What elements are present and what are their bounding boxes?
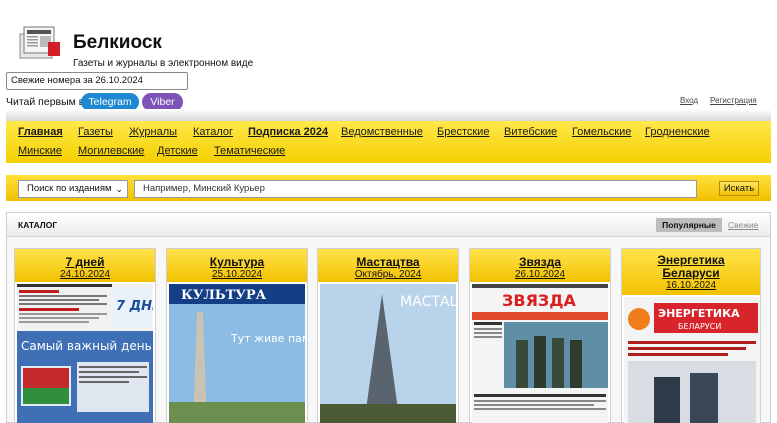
card-title[interactable]: Мастацтва — [318, 255, 458, 269]
login-link[interactable]: Вход — [680, 96, 698, 105]
card-title[interactable]: Энергетика Беларуси — [622, 254, 760, 280]
publication-card[interactable]: Мастацтва Октябрь, 2024 МАСТАЦТВА — [317, 248, 459, 423]
card-date[interactable]: Октябрь, 2024 — [318, 269, 458, 280]
read-first-label: Читай первым в — [6, 96, 85, 108]
cover-headline: Самый важный день — [21, 339, 152, 353]
site-tagline: Газеты и журналы в электронном виде — [73, 58, 254, 69]
nav-gomel[interactable]: Гомельские — [572, 126, 631, 138]
card-header: Мастацтва Октябрь, 2024 — [318, 249, 458, 282]
search-scope-value: Поиск по изданиям — [27, 183, 112, 194]
nav-minsk[interactable]: Минские — [18, 145, 62, 157]
cover-headline: Тут живе памяць — [230, 332, 305, 345]
publication-card[interactable]: Энергетика Беларуси 16.10.2024 ЭНЕРГЕТИК… — [621, 248, 761, 423]
search-scope-select[interactable]: Поиск по изданиям ⌄ — [18, 180, 128, 198]
card-title[interactable]: 7 дней — [15, 255, 155, 269]
nav-thematic[interactable]: Тематические — [214, 145, 285, 157]
cover-logo-sub: БЕЛАРУСИ — [678, 322, 721, 331]
site-title[interactable]: Белкиоск — [73, 32, 162, 54]
nav-grodno[interactable]: Гродненские — [645, 126, 710, 138]
card-header: 7 дней 24.10.2024 — [15, 249, 155, 282]
cover-image[interactable]: МАСТАЦТВА — [320, 284, 456, 423]
fresh-issues-field[interactable]: Свежие номера за 26.10.2024 — [6, 72, 188, 90]
search-input[interactable]: Например, Минский Курьер — [134, 180, 697, 198]
header-divider — [6, 109, 771, 121]
nav-newspapers[interactable]: Газеты — [78, 126, 113, 138]
card-title[interactable]: Звязда — [470, 255, 610, 269]
cover-logo: ЭНЕРГЕТИКА — [658, 307, 740, 320]
cover-image[interactable]: ЗВЯЗДА — [472, 284, 608, 423]
publication-card[interactable]: Звязда 26.10.2024 ЗВЯЗДА — [469, 248, 611, 423]
card-date[interactable]: 25.10.2024 — [167, 269, 307, 280]
nav-mogilev[interactable]: Могилевские — [78, 145, 144, 157]
card-date[interactable]: 26.10.2024 — [470, 269, 610, 280]
publication-card[interactable]: 7 дней 24.10.2024 7 ДНЕЙ Самый важный де… — [14, 248, 156, 423]
nav-subscription[interactable]: Подписка 2024 — [248, 126, 328, 138]
nav-home[interactable]: Главная — [18, 126, 63, 138]
cover-logo: КУЛЬТУРА — [181, 288, 267, 303]
site-logo-icon[interactable] — [18, 22, 64, 62]
cover-logo: ЗВЯЗДА — [502, 291, 577, 310]
search-button[interactable]: Искать — [719, 181, 759, 196]
card-header: Звязда 26.10.2024 — [470, 249, 610, 282]
sort-fresh-tab[interactable]: Свежие — [728, 220, 758, 230]
chevron-down-icon: ⌄ — [115, 184, 123, 194]
cover-image[interactable]: 7 ДНЕЙ Самый важный день — [17, 284, 153, 423]
card-date[interactable]: 24.10.2024 — [15, 269, 155, 280]
nav-catalog[interactable]: Каталог — [193, 126, 233, 138]
card-header: Культура 25.10.2024 — [167, 249, 307, 282]
cover-logo: 7 ДНЕЙ — [116, 298, 153, 314]
register-link[interactable]: Регистрация — [710, 96, 757, 105]
nav-magazines[interactable]: Журналы — [129, 126, 177, 138]
nav-brest[interactable]: Брестские — [437, 126, 489, 138]
catalog-title: КАТАЛОГ — [18, 220, 58, 230]
nav-vitebsk[interactable]: Витебские — [504, 126, 557, 138]
cover-image[interactable]: ЭНЕРГЕТИКА БЕЛАРУСИ — [624, 297, 760, 423]
cover-logo: МАСТАЦТВА — [400, 294, 456, 310]
cover-image[interactable]: КУЛЬТУРА Тут живе памяць — [169, 284, 305, 423]
nav-departmental[interactable]: Ведомственные — [341, 126, 423, 138]
publication-card[interactable]: Культура 25.10.2024 КУЛЬТУРА Тут живе па… — [166, 248, 308, 423]
sort-popular-tab[interactable]: Популярные — [656, 218, 722, 232]
card-header: Энергетика Беларуси 16.10.2024 — [622, 249, 760, 295]
nav-kids[interactable]: Детские — [157, 145, 198, 157]
card-date[interactable]: 16.10.2024 — [622, 280, 760, 291]
card-title[interactable]: Культура — [167, 255, 307, 269]
